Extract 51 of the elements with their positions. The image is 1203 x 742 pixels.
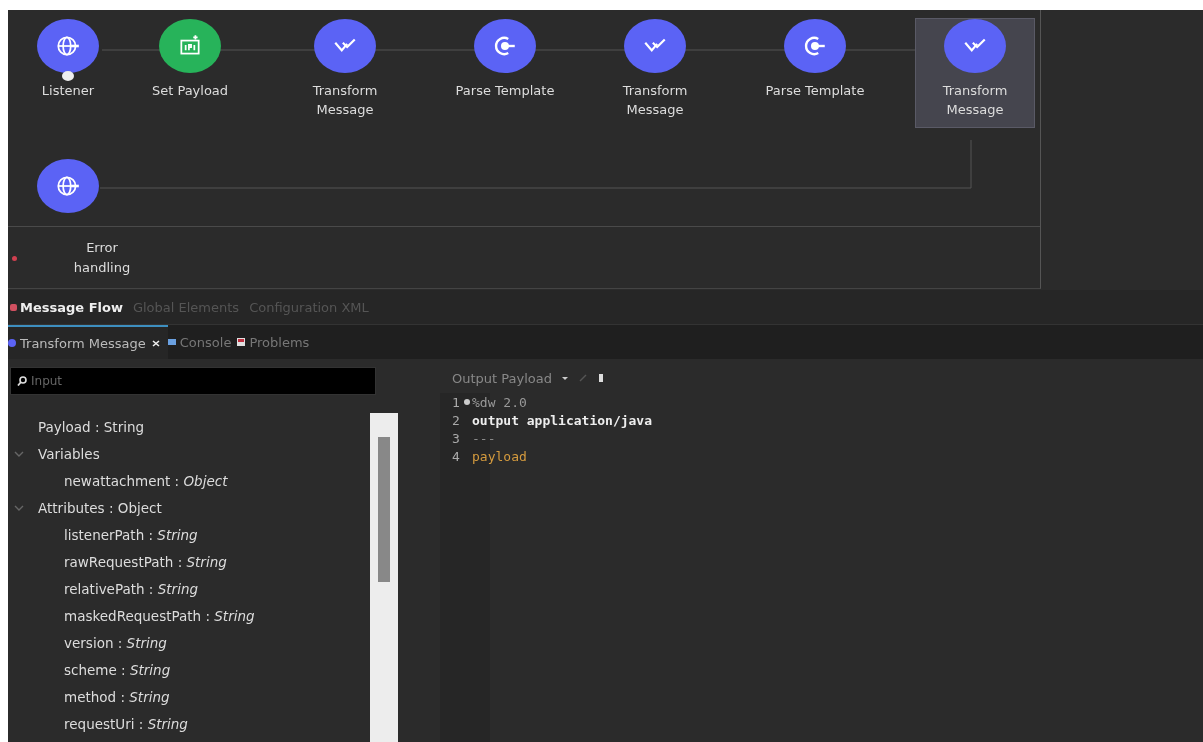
flow-node[interactable]: Parse Template: [445, 18, 565, 109]
flow-node[interactable]: Parse Template: [755, 18, 875, 109]
line-number: 3: [452, 430, 461, 446]
tree-item[interactable]: maskedRequestPath : String: [64, 607, 255, 624]
transform-icon: [8, 339, 16, 347]
tree-item[interactable]: scheme : String: [64, 661, 171, 678]
search-icon: [17, 376, 27, 386]
flow-node[interactable]: Listener: [8, 18, 128, 109]
search-field[interactable]: Input: [10, 367, 376, 395]
tree-item[interactable]: version : String: [64, 634, 167, 651]
error-marker: [12, 255, 17, 261]
search-input[interactable]: Input: [31, 369, 375, 393]
tree-item[interactable]: requestUri : String: [64, 715, 188, 732]
view-tab[interactable]: Console: [167, 325, 238, 359]
code-line: ---: [472, 430, 496, 446]
node-label: Set Payload: [150, 82, 230, 100]
flow-node[interactable]: Transform Message: [595, 18, 715, 128]
problems-icon: [237, 338, 246, 346]
tree-item[interactable]: rawRequestPath : String: [64, 553, 227, 570]
code-line: output application/java: [472, 412, 652, 428]
tree-item[interactable]: Variables: [38, 445, 100, 462]
view-tab[interactable]: Transform Message: [8, 325, 168, 359]
editor-tab[interactable]: Message Flow: [8, 299, 125, 315]
node-label: Listener: [40, 82, 96, 100]
fold-marker[interactable]: [464, 399, 470, 405]
node-label: Transform Message: [311, 82, 379, 119]
output-label: Output Payload: [452, 370, 552, 386]
view-tab[interactable]: Problems: [237, 325, 316, 359]
tree-item[interactable]: method : String: [64, 688, 170, 705]
line-number: 1: [452, 394, 461, 410]
console-icon: [167, 338, 176, 346]
close-icon[interactable]: [151, 339, 160, 347]
tree-item[interactable]: Attributes : Object: [38, 499, 162, 516]
code-line: %dw 2.0: [472, 394, 527, 410]
tree-item[interactable]: relativePath : String: [64, 580, 198, 597]
node-badge: [62, 71, 74, 81]
tree-item[interactable]: Payload : String: [38, 418, 145, 435]
line-number: 2: [452, 412, 461, 428]
node-label: Transform Message: [621, 82, 689, 119]
flow-node[interactable]: Transform Message: [915, 18, 1035, 128]
tree-item[interactable]: newattachment : Object: [64, 472, 228, 489]
node-label: Parse Template: [765, 82, 865, 100]
flow-node[interactable]: Set Payload: [130, 18, 250, 109]
scrollbar[interactable]: [370, 413, 398, 742]
node-label: Parse Template: [455, 82, 555, 100]
tree-item[interactable]: listenerPath : String: [64, 526, 198, 543]
error-handling-label: Error handling: [72, 239, 132, 277]
flow-node[interactable]: Transform Message: [285, 18, 405, 128]
node-label: Transform Message: [941, 82, 1009, 119]
code-line: payload: [472, 448, 527, 464]
line-number: 4: [452, 448, 461, 464]
